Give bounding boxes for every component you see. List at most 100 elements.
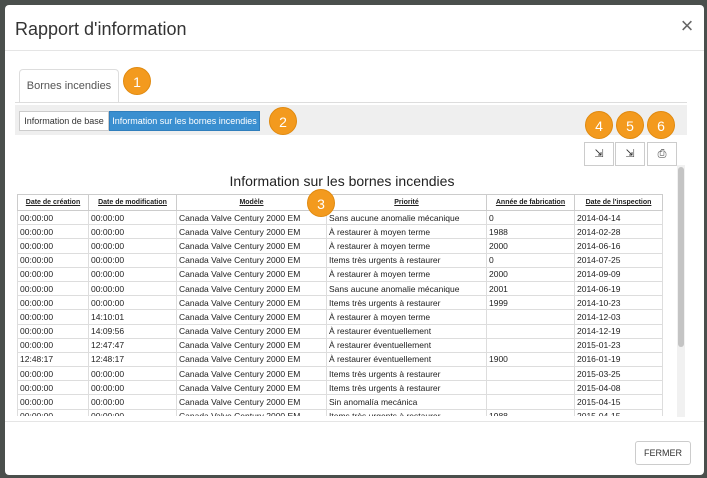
close-icon[interactable]: × [678,15,696,37]
column-header[interactable]: Modèle [176,194,327,211]
table-cell: 2000 [486,238,575,254]
table-cell: 00:00:00 [17,366,89,382]
table-cell: 00:00:00 [88,266,177,282]
table-cell: 00:00:00 [17,295,89,311]
column-header[interactable]: Priorité [326,194,487,211]
table-cell: Canada Valve Century 2000 EM [176,351,327,368]
table-cell: Canada Valve Century 2000 EM [176,238,327,254]
table-row[interactable]: 00:00:0000:00:00Canada Valve Century 200… [17,366,663,382]
table-cell: À restaurer à moyen terme [326,224,487,240]
table-cell: À restaurer à moyen terme [326,266,487,282]
table-cell: Canada Valve Century 2000 EM [176,309,327,325]
table-cell: Items très urgents à restaurer [326,380,487,396]
table-cell: 2014-02-28 [574,224,663,240]
callout-badge-5: 5 [616,111,644,139]
table-cell: 00:00:00 [17,323,89,339]
table-cell: 2014-04-14 [574,209,663,226]
table-cell: 00:00:00 [88,224,177,240]
table-cell: 00:00:00 [17,209,89,226]
table-cell [486,323,575,339]
table-scrollbar[interactable] [677,165,685,417]
table-cell: 2014-10-23 [574,295,663,311]
table-cell: 0 [486,252,575,268]
table-cell: 00:00:00 [17,224,89,240]
table-cell: 00:00:00 [88,408,177,416]
table-cell: Items très urgents à restaurer [326,295,487,311]
table-cell: Canada Valve Century 2000 EM [176,366,327,382]
table-row[interactable]: 00:00:0000:00:00Canada Valve Century 200… [17,380,663,396]
table-row[interactable]: 00:00:0000:00:00Canada Valve Century 200… [17,238,663,254]
export-excel-button[interactable]: ⇲ [615,142,645,166]
table-row[interactable]: 12:48:17 12:48:17 Canada Valve Century 200… [17,351,663,368]
column-header[interactable]: Date de modification [88,194,177,211]
header-divider [5,50,704,51]
table-row[interactable]: 00:00:00 14:10:01 Canada Valve Century 200… [17,309,663,325]
table-cell: Items très urgents à restaurer [326,408,487,416]
table-row[interactable]: 00:00:0000:00:00Canada Valve Century 200… [17,209,663,226]
table-row[interactable]: 00:00:0000:00:00Canada Valve Century 200… [17,280,663,297]
callout-badge-2: 2 [269,107,297,135]
column-header[interactable]: Date de création [17,194,89,211]
table-cell: 2000 [486,266,575,282]
report-table-container[interactable]: Date de création Date de modification Modè… [17,194,677,416]
table-cell: 2014-06-16 [574,238,663,254]
table-cell: 00:00:00 [17,266,89,282]
table-cell: Canada Valve Century 2000 EM [176,280,327,297]
table-cell: À restaurer à moyen terme [326,309,487,325]
table-cell: 00:00:00 [88,295,177,311]
tab-fire-hydrants[interactable]: Bornes incendies [19,69,119,103]
table-cell: 2001 [486,280,575,297]
table-cell: 12:47:47 [88,337,177,353]
print-icon: ⎙ [657,148,667,160]
table-cell: 00:00:00 [88,380,177,396]
table-cell: 00:00:00 [17,309,89,325]
table-cell: 2014-12-03 [574,309,663,325]
table-cell: 2014-07-25 [574,252,663,268]
table-row[interactable]: 00:00:0000:00:00Canada Valve Century 200… [17,252,663,268]
table-row[interactable]: 00:00:00 14:09:56 Canada Valve Century 200… [17,323,663,339]
print-button[interactable]: ⎙ [647,142,677,166]
table-row[interactable]: 00:00:00 12:47:47 Canada Valve Century 200… [17,337,663,353]
table-cell: Sin anomalía mecánica [326,394,487,410]
table-row[interactable]: 00:00:0000:00:00Canada Valve Century 200… [17,224,663,240]
table-cell: 00:00:00 [17,238,89,254]
fire-hydrant-info-button[interactable]: Information sur les bornes incendies [109,111,260,131]
table-cell: Items très urgents à restaurer [326,252,487,268]
table-cell: 2015-04-08 [574,380,663,396]
callout-badge-4: 4 [585,111,613,139]
table-cell: 00:00:00 [88,209,177,226]
table-row[interactable]: 00:00:0000:00:00Canada Valve Century 200… [17,295,663,311]
callout-badge-3: 3 [307,189,335,217]
table-cell: Canada Valve Century 2000 EM [176,252,327,268]
export-excel-icon: ⇲ [625,148,635,160]
table-cell: 00:00:00 [88,394,177,410]
report-table: Date de création Date de modification Modè… [17,194,663,416]
table-cell: Canada Valve Century 2000 EM [176,209,327,226]
table-cell: 2014-09-09 [574,266,663,282]
table-row[interactable]: 00:00:0000:00:00Canada Valve Century 200… [17,266,663,282]
table-cell: 2015-01-23 [574,337,663,353]
table-cell: 2014-06-19 [574,280,663,297]
column-header[interactable]: Date de l'inspection [574,194,663,211]
footer-divider [5,421,704,422]
table-row[interactable]: 00:00:0000:00:00Canada Valve Century 200… [17,408,663,416]
report-dialog: Rapport d'information × Bornes incendies… [5,5,704,475]
table-cell: 00:00:00 [88,238,177,254]
export-pdf-button[interactable]: ⇲ [584,142,614,166]
scrollbar-thumb[interactable] [678,167,684,347]
close-button[interactable]: FERMER [635,441,691,465]
table-cell: Canada Valve Century 2000 EM [176,380,327,396]
table-row[interactable]: 00:00:0000:00:00Canada Valve Century 200… [17,394,663,410]
table-header-row: Date de création Date de modification Modè… [17,194,663,211]
table-cell: 14:09:56 [88,323,177,339]
basic-info-button[interactable]: Information de base [19,111,109,131]
column-header[interactable]: Année de fabrication [486,194,575,211]
table-cell: Canada Valve Century 2000 EM [176,408,327,416]
table-cell: Canada Valve Century 2000 EM [176,224,327,240]
table-cell: 00:00:00 [88,366,177,382]
table-cell: 00:00:00 [17,280,89,297]
table-cell: Canada Valve Century 2000 EM [176,394,327,410]
table-cell: Canada Valve Century 2000 EM [176,323,327,339]
table-cell: 0 [486,209,575,226]
table-cell: À restaurer éventuellement [326,323,487,339]
